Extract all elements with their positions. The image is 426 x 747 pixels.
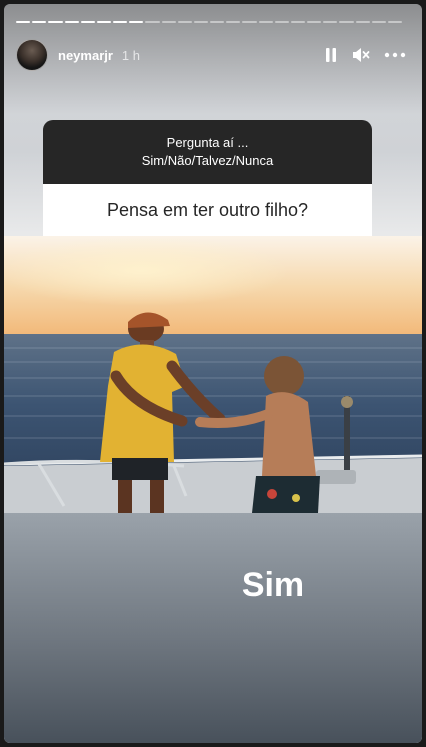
question-sticker-header: Pergunta aí ... Sim/Não/Talvez/Nunca	[43, 120, 372, 184]
more-icon[interactable]	[384, 52, 406, 58]
progress-segment	[371, 21, 386, 23]
progress-segment	[307, 21, 322, 23]
progress-segment	[113, 21, 128, 23]
progress-segment	[210, 21, 225, 23]
progress-segment	[290, 21, 306, 23]
story-progress-bar	[16, 21, 403, 23]
story-controls	[324, 47, 406, 63]
progress-segment	[129, 21, 144, 23]
progress-segment	[80, 21, 95, 23]
progress-segment	[274, 21, 289, 23]
username[interactable]: neymarjr	[58, 48, 113, 63]
progress-segment	[355, 21, 370, 23]
question-sticker-body[interactable]: Pensa em ter outro filho?	[43, 184, 372, 236]
progress-segment	[145, 21, 160, 23]
progress-segment	[161, 21, 176, 23]
progress-segment	[193, 21, 209, 23]
progress-segment	[96, 21, 112, 23]
progress-segment	[177, 21, 192, 23]
story-header: neymarjr 1 h	[16, 37, 406, 73]
background-gradient	[4, 513, 422, 743]
avatar[interactable]	[16, 39, 48, 71]
progress-segment	[323, 21, 338, 23]
progress-segment	[48, 21, 63, 23]
progress-segment	[387, 21, 403, 23]
progress-segment	[226, 21, 241, 23]
question-sticker-options: Sim/Não/Talvez/Nunca	[141, 153, 274, 168]
progress-segment	[258, 21, 273, 23]
progress-segment	[64, 21, 79, 23]
progress-segment	[339, 21, 354, 23]
progress-segment	[32, 21, 47, 23]
post-time: 1 h	[121, 47, 140, 63]
story-frame[interactable]	[4, 4, 422, 743]
answer-text: Sim	[241, 566, 305, 604]
pause-icon[interactable]	[324, 47, 338, 63]
progress-segment	[242, 21, 257, 23]
story-photo	[4, 236, 422, 513]
progress-segment	[16, 21, 31, 23]
question-text: Pensa em ter outro filho?	[106, 199, 309, 220]
question-sticker-title: Pergunta aí ...	[166, 135, 249, 150]
mute-icon[interactable]	[352, 47, 370, 63]
